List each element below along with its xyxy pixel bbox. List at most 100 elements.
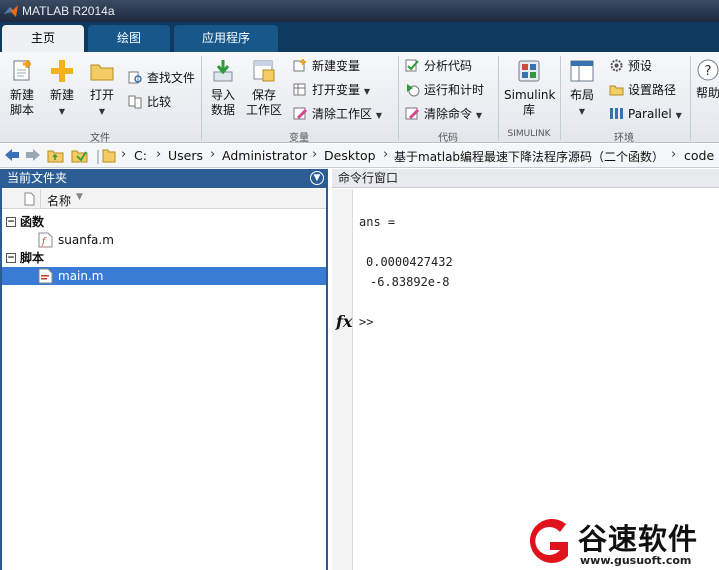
layout-button[interactable]: 布局 ▼ — [562, 58, 602, 119]
open-variable-label: 打开变量 — [312, 83, 361, 97]
simulink-library-label: Simulink 库 — [504, 88, 556, 117]
current-folder-panel: 当前文件夹 ▼ 名称 ▼ − 函数 f suanfa.m − 脚本 main.m — [0, 169, 328, 570]
command-prompt[interactable]: >> — [359, 315, 373, 329]
parallel-button[interactable]: Parallel ▼ — [609, 104, 682, 124]
analyze-code-button[interactable]: 分析代码 — [405, 56, 472, 76]
function-browser-icon[interactable]: fx — [336, 312, 352, 331]
clear-workspace-button[interactable]: 清除工作区 ▼ — [293, 104, 382, 124]
clear-commands-button[interactable]: 清除命令 ▼ — [405, 104, 482, 124]
simulink-library-icon — [518, 60, 540, 82]
output-line: 0.0000427432 — [366, 255, 453, 269]
open-folder-icon — [90, 64, 114, 81]
import-data-button[interactable]: 导入 数据 — [203, 58, 243, 118]
open-variable-button[interactable]: 打开变量 ▼ — [293, 80, 370, 100]
matlab-logo-icon — [4, 5, 18, 17]
layout-icon — [570, 60, 594, 82]
tree-group-functions[interactable]: − 函数 — [2, 213, 326, 231]
parallel-caret-icon[interactable]: ▼ — [676, 111, 682, 120]
preferences-button[interactable]: 预设 — [609, 56, 652, 76]
ribbon-divider — [560, 56, 561, 140]
tab-home[interactable]: 主页 — [2, 25, 84, 52]
open-button[interactable]: 打开 ▼ — [82, 58, 122, 119]
output-line: ans = — [359, 215, 396, 229]
up-folder-icon[interactable] — [47, 148, 64, 166]
analyze-code-label: 分析代码 — [424, 59, 473, 73]
breadcrumb-administrator[interactable]: Administrator — [222, 148, 307, 163]
help-icon: ? — [697, 59, 719, 81]
sort-arrow-icon[interactable]: ▼ — [76, 192, 83, 202]
command-window-gutter — [332, 189, 353, 570]
tree-group-scripts[interactable]: − 脚本 — [2, 249, 326, 267]
gear-icon — [610, 59, 623, 72]
browse-folder-icon[interactable] — [71, 148, 88, 166]
file-row-main[interactable]: main.m — [2, 267, 326, 285]
breadcrumb-chevron-icon[interactable]: › — [383, 147, 388, 162]
layout-label: 布局 — [569, 88, 594, 102]
function-file-icon: f — [38, 232, 53, 248]
find-files-icon — [128, 71, 142, 84]
back-arrow-icon[interactable] — [4, 148, 20, 165]
parallel-icon — [610, 108, 623, 119]
breadcrumb-chevron-icon[interactable]: › — [121, 147, 126, 162]
file-name: main.m — [58, 269, 104, 283]
breadcrumb-users[interactable]: Users — [168, 148, 203, 163]
breadcrumb-project-folder[interactable]: 基于matlab编程最速下降法程序源码（二个函数） — [394, 148, 664, 165]
ribbon-tab-strip: 主页 绘图 应用程序 — [0, 22, 719, 52]
ribbon-divider — [201, 56, 202, 140]
clear-commands-caret-icon[interactable]: ▼ — [476, 111, 482, 120]
watermark-logo-icon — [529, 518, 568, 563]
help-button[interactable]: ? 帮助 — [694, 58, 719, 101]
tab-plots[interactable]: 绘图 — [88, 25, 170, 52]
clear-commands-label: 清除命令 — [424, 107, 473, 121]
new-variable-button[interactable]: 新建变量 — [293, 56, 360, 76]
script-file-icon — [38, 268, 53, 284]
variable-group-label: 变量 — [289, 133, 309, 144]
save-workspace-button[interactable]: 保存 工作区 — [244, 58, 284, 118]
open-dropdown-caret-icon[interactable]: ▼ — [99, 107, 105, 116]
set-path-button[interactable]: 设置路径 — [609, 80, 676, 100]
breadcrumb-c-drive[interactable]: C: — [134, 148, 147, 163]
collapse-toggle-icon[interactable]: − — [6, 217, 16, 227]
set-path-folder-icon — [609, 85, 624, 96]
new-plus-icon — [51, 60, 73, 82]
new-variable-icon — [293, 59, 306, 72]
simulink-group-label: SIMULINK — [507, 129, 551, 139]
breadcrumb-chevron-icon[interactable]: › — [156, 147, 161, 162]
layout-dropdown-caret-icon[interactable]: ▼ — [579, 107, 585, 116]
simulink-library-button[interactable]: Simulink 库 — [504, 58, 556, 118]
current-folder-title: 当前文件夹 — [7, 171, 68, 185]
column-name-header[interactable]: 名称 — [47, 192, 71, 209]
open-variable-caret-icon[interactable]: ▼ — [364, 87, 370, 96]
breadcrumb-chevron-icon[interactable]: › — [671, 147, 676, 162]
new-dropdown-caret-icon[interactable]: ▼ — [59, 107, 65, 116]
address-bar: › C: › Users › Administrator › Desktop ›… — [0, 144, 719, 168]
clear-workspace-caret-icon[interactable]: ▼ — [376, 111, 382, 120]
find-files-button[interactable]: 查找文件 — [128, 68, 195, 88]
analyze-code-icon — [405, 59, 419, 72]
environment-group-label: 环境 — [614, 133, 634, 144]
collapse-toggle-icon[interactable]: − — [6, 253, 16, 263]
breadcrumb-desktop[interactable]: Desktop — [324, 148, 376, 163]
ribbon-toolbar: 新建 脚本 新建 ▼ 打开 ▼ 查找文件 比较 文件 导入 数据 保存 工作区 … — [0, 52, 719, 144]
code-group-label: 代码 — [438, 133, 458, 144]
breadcrumb-chevron-icon[interactable]: › — [210, 147, 215, 162]
compare-button[interactable]: 比较 — [128, 92, 171, 112]
ribbon-divider — [498, 56, 499, 140]
import-data-label: 导入 数据 — [210, 88, 235, 117]
tree-group-label: 脚本 — [20, 251, 45, 265]
breadcrumb-chevron-icon[interactable]: › — [312, 147, 317, 162]
new-script-button[interactable]: 新建 脚本 — [2, 58, 42, 118]
new-button[interactable]: 新建 ▼ — [42, 58, 82, 119]
watermark: 谷速软件 www.gusuoft.com — [520, 514, 719, 570]
run-and-time-button[interactable]: 运行和计时 — [405, 80, 484, 100]
panel-actions-chevron-icon[interactable]: ▼ — [310, 171, 324, 185]
breadcrumb-code[interactable]: code — [684, 148, 714, 163]
forward-arrow-icon[interactable] — [25, 148, 41, 165]
tree-group-label: 函数 — [20, 215, 45, 229]
command-window[interactable]: 命令行窗口 ans = 0.0000427432 -6.83892e-8 fx … — [332, 169, 719, 570]
ribbon-divider — [398, 56, 399, 140]
title-bar: MATLAB R2014a — [0, 0, 719, 22]
tab-apps[interactable]: 应用程序 — [174, 25, 278, 52]
find-files-label: 查找文件 — [147, 71, 196, 85]
file-row-suanfa[interactable]: f suanfa.m — [2, 231, 326, 249]
